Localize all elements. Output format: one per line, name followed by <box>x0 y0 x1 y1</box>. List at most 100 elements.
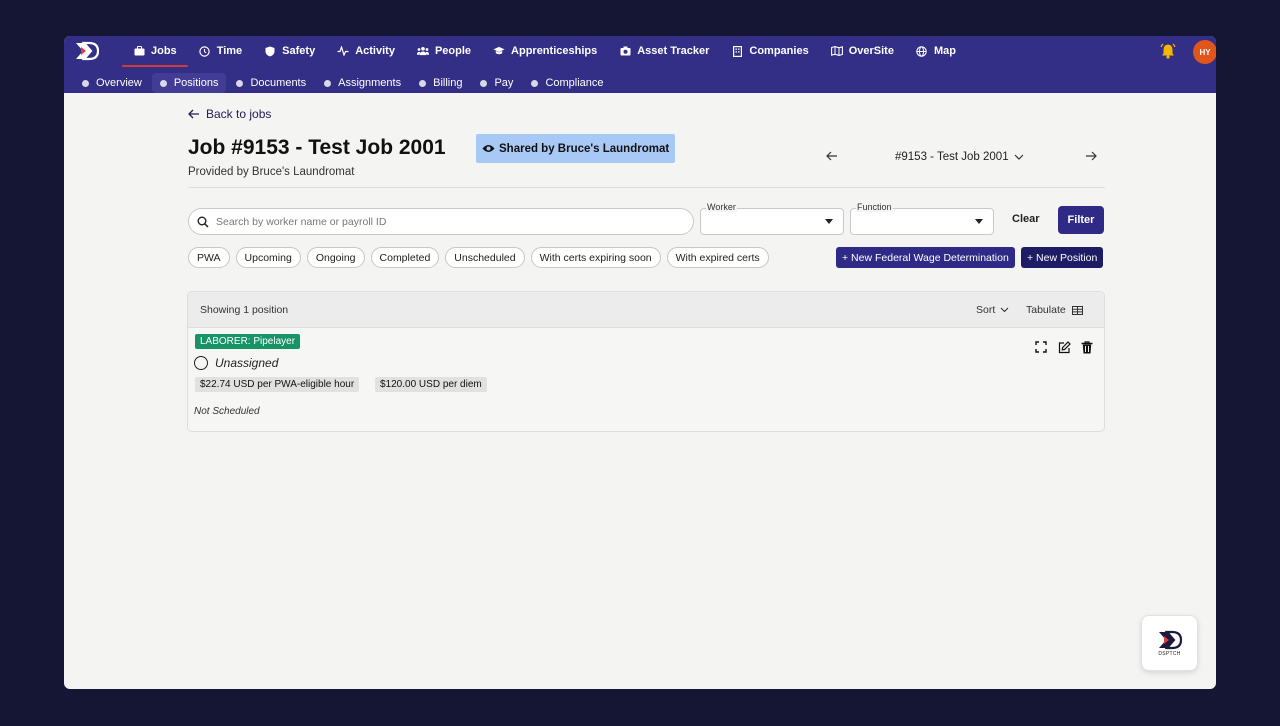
shield-icon <box>264 45 276 57</box>
app-logo[interactable] <box>74 41 100 61</box>
worker-select[interactable]: Worker <box>700 202 844 235</box>
filter-chips: PWA Upcoming Ongoing Completed Unschedul… <box>188 247 775 268</box>
caret-down-icon <box>975 219 983 224</box>
results-count: Showing 1 position <box>200 304 289 316</box>
function-select-label: Function <box>856 202 893 212</box>
chip-completed[interactable]: Completed <box>370 247 440 268</box>
tabulate-label: Tabulate <box>1026 304 1066 316</box>
nav-item-label: Map <box>933 45 956 57</box>
nav-item-apprenticeships[interactable]: Apprenticeships <box>482 36 608 66</box>
filter-button[interactable]: Filter <box>1058 206 1104 234</box>
empty-circle-icon <box>194 356 208 370</box>
nav-item-safety[interactable]: Safety <box>253 36 326 66</box>
dot-icon <box>480 79 488 87</box>
role-badge: LABORER: Pipelayer <box>195 334 301 349</box>
nav-item-asset-tracker[interactable]: Asset Tracker <box>608 36 720 66</box>
chip-upcoming[interactable]: Upcoming <box>235 247 301 268</box>
edit-icon[interactable] <box>1056 339 1072 355</box>
per-diem-badge: $120.00 USD per diem <box>375 377 487 392</box>
sort-label: Sort <box>976 304 996 316</box>
subnav-label: Billing <box>433 77 463 89</box>
dot-icon <box>419 79 427 87</box>
nav-item-label: Jobs <box>151 45 177 57</box>
nav-item-label: Safety <box>282 45 316 57</box>
back-label: Back to jobs <box>206 107 272 121</box>
next-job-arrow-icon[interactable] <box>1085 151 1097 161</box>
search-input[interactable] <box>216 215 656 228</box>
clear-button[interactable]: Clear <box>1012 213 1040 225</box>
assignee: Unassigned <box>194 356 278 370</box>
previous-job-arrow-icon[interactable] <box>826 151 838 161</box>
dot-icon <box>159 79 167 87</box>
shared-label: Shared by Bruce's Laundromat <box>499 142 670 155</box>
trash-icon[interactable] <box>1079 339 1095 355</box>
function-select[interactable]: Function <box>850 202 994 235</box>
subnav-label: Overview <box>96 77 142 89</box>
subnav-label: Pay <box>494 77 514 89</box>
sort-button[interactable]: Sort <box>976 304 1009 316</box>
globe-icon <box>916 45 928 57</box>
chip-expired-certs[interactable]: With expired certs <box>666 247 769 268</box>
dot-icon <box>82 79 89 87</box>
new-position-button[interactable]: + New Position <box>1021 247 1104 268</box>
subnav-label: Assignments <box>338 77 402 89</box>
graduation-cap-icon <box>493 45 505 57</box>
sub-navigation: Overview Positions Documents Assignments… <box>74 73 614 93</box>
chip-certs-expiring[interactable]: With certs expiring soon <box>530 247 661 268</box>
clock-icon <box>199 45 211 57</box>
subnav-label: Positions <box>173 77 219 89</box>
chip-pwa[interactable]: PWA <box>188 247 230 268</box>
subnav-overview[interactable]: Overview <box>74 73 150 93</box>
nav-item-people[interactable]: People <box>406 36 482 66</box>
job-selector[interactable]: #9153 - Test Job 2001 <box>895 151 1024 163</box>
chevron-down-icon <box>1014 154 1024 160</box>
top-navigation: Jobs Time Safety Activity People Apprent… <box>64 36 1216 93</box>
positions-panel-header: Showing 1 position Sort Tabulate <box>188 292 1104 328</box>
shared-badge: Shared by Bruce's Laundromat <box>476 134 676 163</box>
nav-item-oversite[interactable]: OverSite <box>820 36 905 66</box>
dsptch-caption: DSPTCH <box>1158 650 1181 657</box>
subnav-billing[interactable]: Billing <box>411 73 470 93</box>
header-divider <box>188 187 1105 188</box>
camera-icon <box>619 45 631 57</box>
subnav-documents[interactable]: Documents <box>228 73 314 93</box>
bell-icon[interactable] <box>1160 43 1176 59</box>
nav-item-label: Time <box>216 45 243 57</box>
subnav-pay[interactable]: Pay <box>472 73 521 93</box>
back-to-jobs-link[interactable]: Back to jobs <box>188 107 271 121</box>
nav-item-map[interactable]: Map <box>905 36 967 66</box>
worker-select-label: Worker <box>706 202 737 212</box>
chip-ongoing[interactable]: Ongoing <box>306 247 365 268</box>
provided-by: Provided by Bruce's Laundromat <box>188 166 355 178</box>
row-actions <box>1033 339 1102 355</box>
dot-icon <box>236 79 244 87</box>
subnav-label: Documents <box>250 77 307 89</box>
app-window: Jobs Time Safety Activity People Apprent… <box>64 36 1216 689</box>
activity-icon <box>337 45 349 57</box>
expand-icon[interactable] <box>1033 339 1049 355</box>
building-icon <box>731 45 743 57</box>
search-icon <box>197 216 209 228</box>
subnav-positions[interactable]: Positions <box>151 73 227 93</box>
nav-item-jobs[interactable]: Jobs <box>122 36 188 67</box>
chip-unscheduled[interactable]: Unscheduled <box>445 247 525 268</box>
nav-item-companies[interactable]: Companies <box>720 36 819 66</box>
new-federal-wage-determination-button[interactable]: + New Federal Wage Determination <box>836 247 1015 268</box>
dot-icon <box>531 79 539 87</box>
dsptch-logo-icon <box>1158 630 1182 649</box>
nav-item-label: OverSite <box>848 45 894 57</box>
main-nav: Jobs Time Safety Activity People Apprent… <box>122 36 967 67</box>
nav-item-label: Asset Tracker <box>637 45 710 57</box>
positions-panel: Showing 1 position Sort Tabulate LABORER… <box>187 291 1105 432</box>
nav-item-activity[interactable]: Activity <box>326 36 406 66</box>
nav-item-label: Companies <box>749 45 809 57</box>
avatar[interactable]: HY <box>1193 40 1216 64</box>
tabulate-button[interactable]: Tabulate <box>1026 304 1083 316</box>
dsptch-help-button[interactable]: DSPTCH <box>1141 615 1198 671</box>
pay-rate-badge: $22.74 USD per PWA-eligible hour <box>195 377 360 392</box>
search-box[interactable] <box>188 208 694 235</box>
people-icon <box>416 45 429 57</box>
subnav-compliance[interactable]: Compliance <box>523 73 611 93</box>
nav-item-time[interactable]: Time <box>188 36 253 66</box>
subnav-assignments[interactable]: Assignments <box>316 73 409 93</box>
